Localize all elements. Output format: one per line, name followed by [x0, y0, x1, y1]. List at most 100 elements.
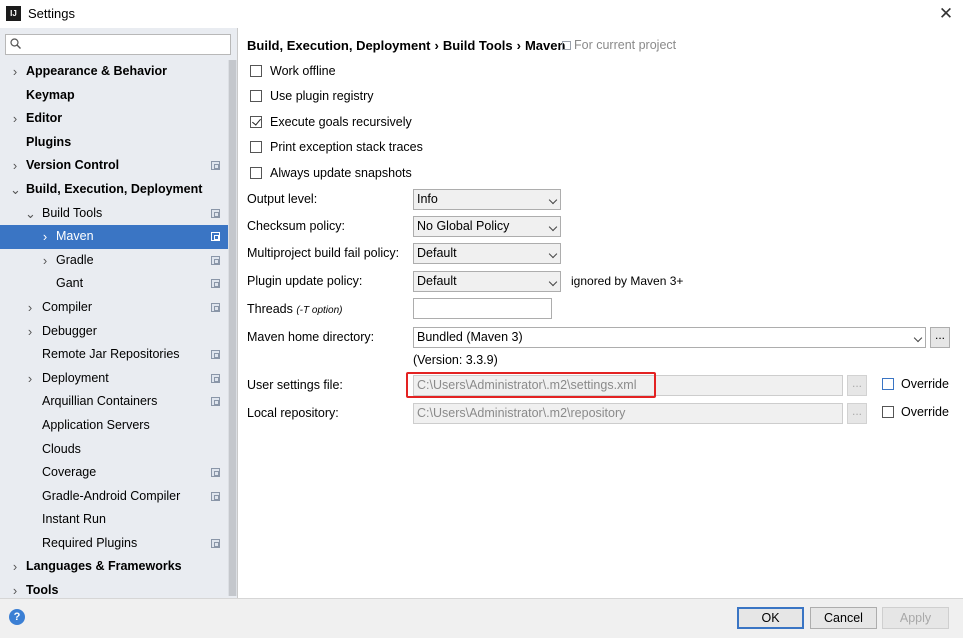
- maven-home-select[interactable]: Bundled (Maven 3): [413, 327, 926, 348]
- sidebar-item[interactable]: › Deployment: [0, 367, 228, 391]
- checkbox-box[interactable]: [250, 167, 262, 179]
- sidebar-item[interactable]: Plugins: [0, 131, 228, 155]
- local-repository-value: C:\Users\Administrator\.m2\repository: [417, 406, 626, 420]
- maven-version-text: (Version: 3.3.9): [413, 353, 498, 367]
- checkbox-label: Work offline: [270, 64, 336, 78]
- override-label: Override: [901, 377, 949, 391]
- apply-button[interactable]: Apply: [882, 607, 949, 629]
- output-level-label: Output level:: [247, 192, 318, 206]
- breadcrumb-part: Maven: [524, 38, 566, 53]
- scope-note: For current project: [562, 38, 676, 52]
- sidebar-item[interactable]: ⌄ Build Tools: [0, 202, 228, 226]
- sidebar-item[interactable]: Arquillian Containers: [0, 390, 228, 414]
- checkbox-label: Print exception stack traces: [270, 140, 423, 154]
- threads-input[interactable]: [413, 298, 552, 319]
- sidebar-item[interactable]: › Version Control: [0, 154, 228, 178]
- chevron-right-icon[interactable]: ›: [25, 296, 35, 320]
- sidebar-item[interactable]: › Maven: [0, 225, 228, 249]
- threads-label: Threads (-T option): [247, 302, 342, 316]
- checksum-policy-select[interactable]: No Global Policy: [413, 216, 561, 237]
- sidebar-item[interactable]: Application Servers: [0, 414, 228, 438]
- help-icon[interactable]: ?: [9, 609, 25, 625]
- cancel-button[interactable]: Cancel: [810, 607, 877, 629]
- sidebar-item[interactable]: › Debugger: [0, 320, 228, 344]
- chevron-down-icon[interactable]: ⌄: [10, 178, 21, 202]
- sidebar-item[interactable]: Keymap: [0, 84, 228, 108]
- sidebar-item-label: Gradle-Android Compiler: [42, 488, 181, 503]
- sidebar-item[interactable]: ⌄ Build, Execution, Deployment: [0, 178, 228, 202]
- project-scope-icon: [211, 279, 220, 289]
- chevron-down-icon[interactable]: ⌄: [25, 202, 36, 226]
- sidebar-item-label: Appearance & Behavior: [26, 64, 168, 78]
- breadcrumb-separator: ›: [516, 38, 521, 53]
- maven-home-value: Bundled (Maven 3): [417, 330, 523, 344]
- sidebar-item[interactable]: Instant Run: [0, 508, 228, 532]
- sidebar-item[interactable]: Gant: [0, 272, 228, 296]
- checksum-policy-value: No Global Policy: [417, 219, 510, 233]
- plugin-update-policy-value: Default: [417, 274, 457, 288]
- sidebar-item[interactable]: › Compiler: [0, 296, 228, 320]
- sidebar-item[interactable]: Clouds: [0, 438, 228, 462]
- breadcrumb: Build, Execution, Deployment › Build Tools…: [247, 38, 565, 53]
- output-level-select[interactable]: Info: [413, 189, 561, 210]
- project-scope-icon: [562, 41, 571, 50]
- sidebar-item[interactable]: › Languages & Frameworks: [0, 555, 228, 579]
- sidebar-item-label: Build Tools: [42, 205, 103, 220]
- project-scope-icon: [211, 350, 220, 360]
- breadcrumb-part: Build, Execution, Deployment: [247, 38, 431, 53]
- local-repository-label: Local repository:: [247, 406, 339, 420]
- project-scope-icon: [211, 538, 220, 548]
- dialog-footer: ? OK Cancel Apply: [0, 598, 963, 638]
- checkbox-box[interactable]: [250, 116, 262, 128]
- threads-label-text: Threads: [247, 302, 293, 316]
- sidebar-item-label: Gant: [56, 276, 84, 291]
- sidebar-item[interactable]: Required Plugins: [0, 532, 228, 556]
- sidebar-item[interactable]: Remote Jar Repositories: [0, 343, 228, 367]
- chevron-right-icon[interactable]: ›: [10, 60, 20, 84]
- project-scope-icon: [211, 302, 220, 312]
- sidebar-item[interactable]: Gradle-Android Compiler: [0, 485, 228, 509]
- sidebar-item-label: Keymap: [26, 87, 75, 102]
- maven-settings-panel: Build, Execution, Deployment › Build Tools…: [238, 28, 963, 598]
- chevron-right-icon[interactable]: ›: [10, 555, 20, 579]
- local-repository-browse-button[interactable]: ...: [847, 403, 867, 424]
- close-icon[interactable]: ✕: [932, 2, 960, 26]
- maven-home-label: Maven home directory:: [247, 330, 375, 344]
- settings-sidebar: › Appearance & Behavior Keymap › Editor Plugi…: [0, 28, 238, 598]
- chevron-right-icon[interactable]: ›: [10, 154, 20, 178]
- sidebar-item[interactable]: › Appearance & Behavior: [0, 60, 228, 84]
- sidebar-item[interactable]: Coverage: [0, 461, 228, 485]
- sidebar-item-label: Remote Jar Repositories: [42, 347, 180, 362]
- breadcrumb-part: Build Tools: [442, 38, 513, 53]
- project-scope-icon: [211, 208, 220, 218]
- title-bar: IJ Settings ✕: [0, 0, 963, 28]
- chevron-right-icon[interactable]: ›: [10, 107, 20, 131]
- checkbox-box[interactable]: [882, 406, 894, 418]
- ok-button[interactable]: OK: [737, 607, 804, 629]
- plugin-update-policy-select[interactable]: Default: [413, 271, 561, 292]
- local-repository-input[interactable]: C:\Users\Administrator\.m2\repository: [413, 403, 843, 424]
- checkbox-box[interactable]: [882, 378, 894, 390]
- chevron-right-icon[interactable]: ›: [40, 249, 50, 273]
- checkbox-box[interactable]: [250, 141, 262, 153]
- checkbox-box[interactable]: [250, 90, 262, 102]
- chevron-right-icon[interactable]: ›: [40, 225, 50, 249]
- multiproject-fail-policy-select[interactable]: Default: [413, 243, 561, 264]
- sidebar-item-label: Compiler: [42, 299, 93, 314]
- chevron-down-icon: [548, 195, 558, 205]
- chevron-right-icon[interactable]: ›: [25, 367, 35, 391]
- sidebar-scrollbar[interactable]: [228, 60, 237, 596]
- maven-home-browse-button[interactable]: ...: [930, 327, 950, 348]
- sidebar-item-label: Debugger: [42, 323, 97, 338]
- multiproject-fail-policy-label: Multiproject build fail policy:: [247, 246, 400, 260]
- search-input[interactable]: [5, 34, 231, 55]
- checkbox-box[interactable]: [250, 65, 262, 77]
- sidebar-item[interactable]: › Editor: [0, 107, 228, 131]
- project-scope-icon: [211, 491, 220, 501]
- chevron-right-icon[interactable]: ›: [25, 320, 35, 344]
- user-settings-browse-button[interactable]: ...: [847, 375, 867, 396]
- search-icon: [10, 38, 21, 49]
- override-label: Override: [901, 405, 949, 419]
- sidebar-item[interactable]: › Gradle: [0, 249, 228, 273]
- sidebar-scrollbar-thumb[interactable]: [229, 60, 236, 596]
